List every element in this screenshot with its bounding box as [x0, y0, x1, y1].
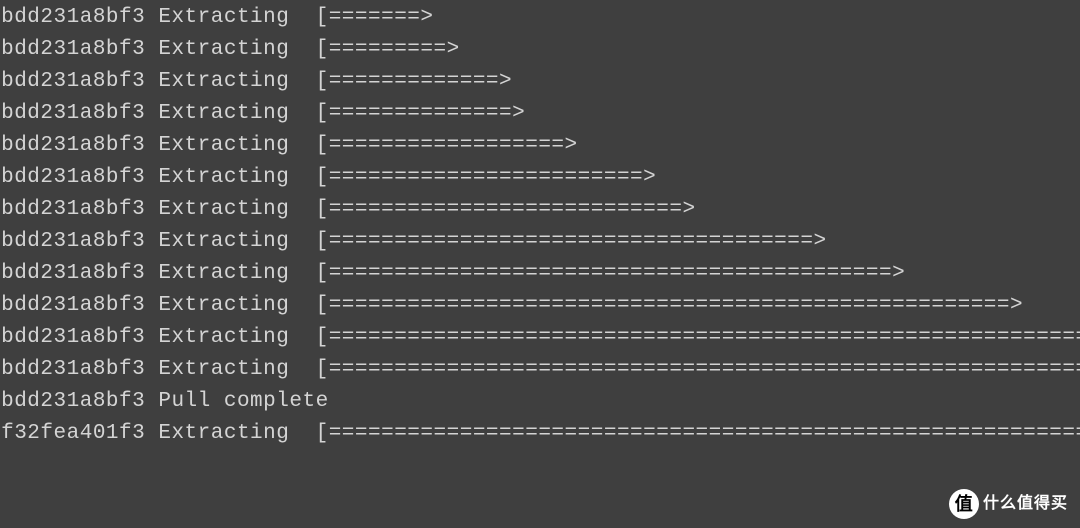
- watermark-badge-icon: 值: [949, 489, 979, 519]
- terminal-line: dbdd231a8bf3 Extracting [===============…: [0, 130, 1080, 162]
- progress-bar: [=======================================…: [316, 422, 1080, 445]
- terminal-output: dbdd231a8bf3 Extracting [=======>dbdd231…: [0, 2, 1080, 450]
- status-text: Extracting: [158, 230, 289, 253]
- terminal-line: dbdd231a8bf3 Extracting [===============…: [0, 322, 1080, 354]
- layer-hash: dbdd231a8bf3: [0, 166, 145, 189]
- progress-bar: [=============>: [316, 70, 513, 93]
- status-text: Extracting: [158, 358, 289, 381]
- status-text: Extracting: [158, 6, 289, 29]
- terminal-line: dbdd231a8bf3 Extracting [=======>: [0, 2, 1080, 34]
- progress-bar: [========================>: [316, 166, 657, 189]
- terminal-line: dbdd231a8bf3 Extracting [===============…: [0, 258, 1080, 290]
- layer-hash: dbdd231a8bf3: [0, 262, 145, 285]
- progress-bar: [=======================================…: [316, 358, 1080, 381]
- layer-hash: dbdd231a8bf3: [0, 294, 145, 317]
- status-text: Extracting: [158, 166, 289, 189]
- status-text: Extracting: [158, 294, 289, 317]
- progress-bar: [==================>: [316, 134, 578, 157]
- progress-bar: [=======================================…: [316, 294, 1024, 317]
- watermark-text: 什么值得买: [983, 488, 1068, 520]
- progress-bar: [=====================================>: [316, 230, 827, 253]
- status-text: Extracting: [158, 102, 289, 125]
- layer-hash: dbdd231a8bf3: [0, 198, 145, 221]
- status-text: Extracting: [158, 262, 289, 285]
- layer-hash: dbdd231a8bf3: [0, 38, 145, 61]
- layer-hash: dbdd231a8bf3: [0, 6, 145, 29]
- terminal-line: dbdd231a8bf3 Pull complete: [0, 386, 1080, 418]
- layer-hash: dbdd231a8bf3: [0, 70, 145, 93]
- progress-bar: [=======>: [316, 6, 434, 29]
- progress-bar: [===========================>: [316, 198, 696, 221]
- terminal-line: dbdd231a8bf3 Extracting [=============>: [0, 66, 1080, 98]
- terminal-line: dbdd231a8bf3 Extracting [===============…: [0, 290, 1080, 322]
- status-text: Extracting: [158, 70, 289, 93]
- terminal-line: dbdd231a8bf3 Extracting [===============…: [0, 162, 1080, 194]
- terminal-line: dbdd231a8bf3 Extracting [===============…: [0, 226, 1080, 258]
- layer-hash: dbdd231a8bf3: [0, 230, 145, 253]
- status-text: Extracting: [158, 326, 289, 349]
- layer-hash: dbdd231a8bf3: [0, 390, 145, 413]
- terminal-line: dbdd231a8bf3 Extracting [===============…: [0, 354, 1080, 386]
- layer-hash: dbdd231a8bf3: [0, 358, 145, 381]
- watermark: 值 什么值得买: [949, 488, 1068, 520]
- terminal-line: 2f32fea401f3 Extracting [===============…: [0, 418, 1080, 450]
- layer-hash: 2f32fea401f3: [0, 422, 145, 445]
- layer-hash: dbdd231a8bf3: [0, 326, 145, 349]
- terminal-line: dbdd231a8bf3 Extracting [===============…: [0, 194, 1080, 226]
- status-text: Pull complete: [158, 390, 328, 413]
- progress-bar: [=========>: [316, 38, 460, 61]
- terminal-line: dbdd231a8bf3 Extracting [==============>: [0, 98, 1080, 130]
- status-text: Extracting: [158, 198, 289, 221]
- layer-hash: dbdd231a8bf3: [0, 102, 145, 125]
- terminal-line: dbdd231a8bf3 Extracting [=========>: [0, 34, 1080, 66]
- progress-bar: [==============>: [316, 102, 526, 125]
- status-text: Extracting: [158, 38, 289, 61]
- progress-bar: [=======================================…: [316, 262, 906, 285]
- layer-hash: dbdd231a8bf3: [0, 134, 145, 157]
- progress-bar: [=======================================…: [316, 326, 1080, 349]
- status-text: Extracting: [158, 134, 289, 157]
- status-text: Extracting: [158, 422, 289, 445]
